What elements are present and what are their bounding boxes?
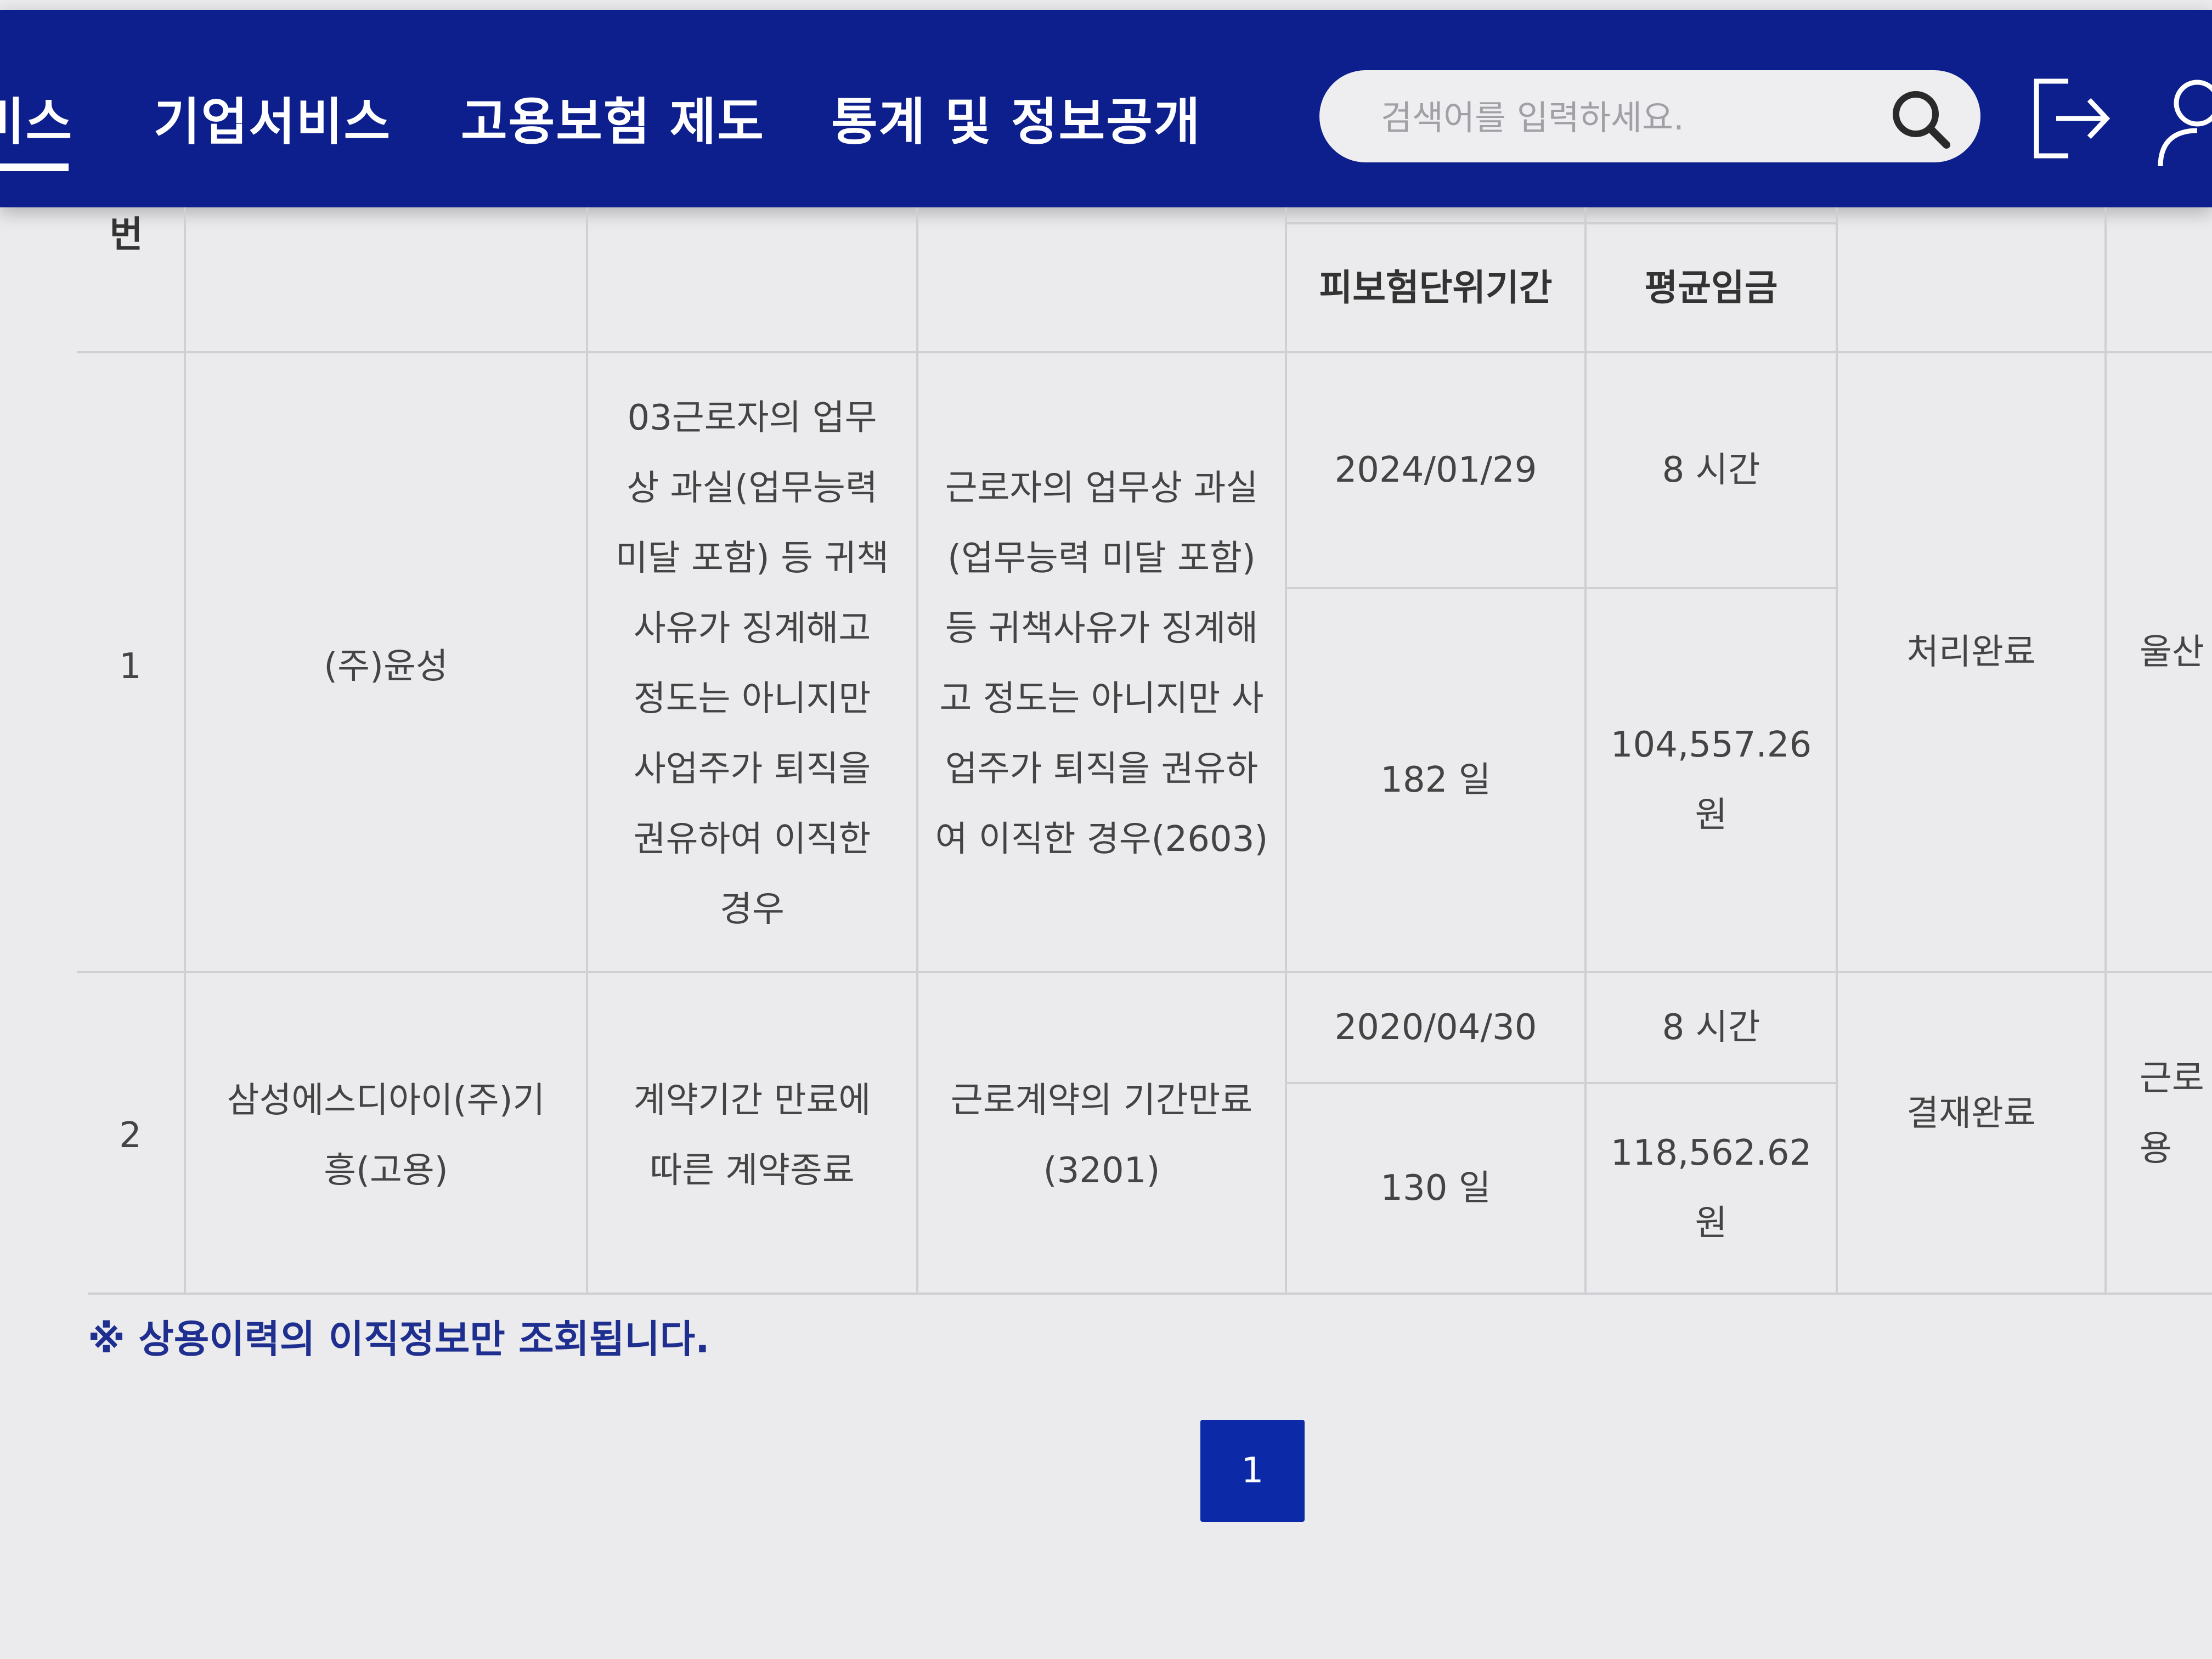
row-divider bbox=[77, 971, 2212, 973]
header-insured-period: 피보험단위기간 bbox=[1319, 267, 1553, 309]
row-divider bbox=[88, 1293, 2212, 1295]
row-divider bbox=[1285, 222, 1836, 224]
row2-average-wage: 118,562.62 원 bbox=[1610, 1133, 1812, 1244]
search-box bbox=[1319, 70, 1980, 162]
row1-hours: 8 시간 bbox=[1662, 450, 1760, 490]
row2-date: 2020/04/30 bbox=[1334, 1007, 1537, 1048]
row2-separation-reason: 계약기간 만료에 따른 계약종료 bbox=[633, 1080, 871, 1191]
nav-item-employment-insurance[interactable]: 고용보험 제도 bbox=[461, 81, 765, 154]
row2-company: 삼성에스디아이(주)기 흥(고용) bbox=[227, 1080, 545, 1191]
header-no-partial: 번 bbox=[109, 213, 143, 256]
row2-hours: 8 시간 bbox=[1662, 1007, 1760, 1048]
notice-text: ※ 상용이력의 이직정보만 조회됩니다. bbox=[88, 1317, 710, 1362]
row2-status: 결재완료 bbox=[1906, 1093, 2036, 1134]
row1-reason-code: 근로자의 업무상 과실 (업무능력 미달 포함) 등 귀책사유가 징계해 고 정… bbox=[935, 468, 1268, 860]
row1-office-partial: 울산 bbox=[2140, 632, 2204, 673]
row1-status: 처리완료 bbox=[1906, 632, 2036, 673]
row1-company: (주)윤성 bbox=[324, 646, 448, 687]
row2-office-partial: 근로 용 bbox=[2140, 1058, 2204, 1169]
row2-days: 130 일 bbox=[1380, 1168, 1491, 1209]
row1-days: 182 일 bbox=[1380, 760, 1491, 800]
logout-icon[interactable] bbox=[2030, 75, 2112, 162]
row1-date: 2024/01/29 bbox=[1334, 450, 1537, 490]
top-navigation-bar: 비스 기업서비스 고용보험 제도 통계 및 정보공개 bbox=[0, 10, 2212, 207]
row1-no: 1 bbox=[119, 646, 142, 687]
pagination-page-button[interactable]: 1 bbox=[1200, 1420, 1305, 1522]
search-input[interactable] bbox=[1380, 92, 1865, 143]
user-icon[interactable] bbox=[2156, 76, 2212, 169]
nav-item-statistics[interactable]: 통계 및 정보공개 bbox=[831, 81, 1201, 154]
header-average-wage: 평균임금 bbox=[1644, 267, 1778, 309]
row2-no: 2 bbox=[119, 1115, 142, 1156]
row1-average-wage: 104,557.26 원 bbox=[1610, 725, 1812, 836]
search-icon[interactable] bbox=[1887, 86, 1953, 151]
nav-item-service[interactable]: 비스 bbox=[0, 81, 73, 154]
nav-active-indicator bbox=[0, 163, 69, 171]
row1-separation-reason: 03근로자의 업무 상 과실(업무능력 미달 포함) 등 귀책 사유가 징계해고… bbox=[615, 398, 889, 930]
row-divider bbox=[77, 351, 2212, 353]
nav-item-enterprise-service[interactable]: 기업서비스 bbox=[154, 81, 391, 154]
row2-reason-code: 근로계약의 기간만료 (3201) bbox=[950, 1080, 1253, 1191]
